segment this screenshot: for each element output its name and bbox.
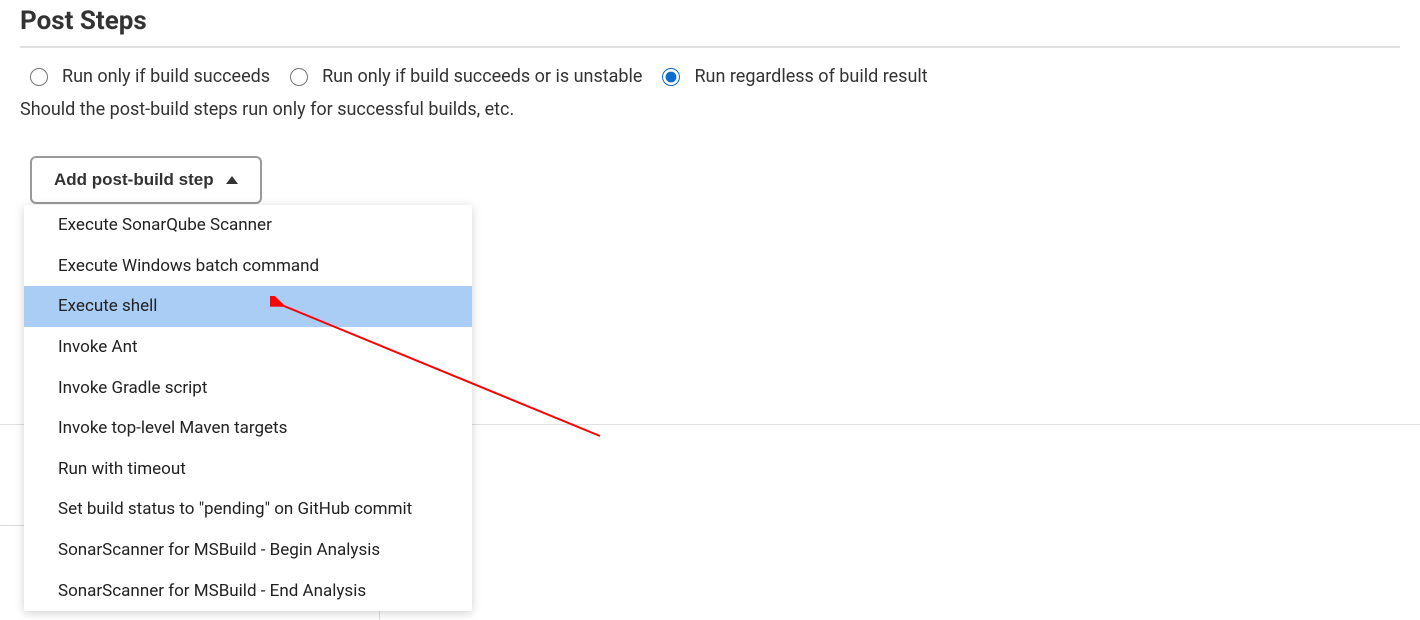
section-title: Post Steps — [20, 0, 1400, 48]
post-steps-radio-group: Run only if build succeeds Run only if b… — [30, 66, 1400, 87]
dropdown-item[interactable]: Invoke top-level Maven targets — [24, 408, 472, 449]
dropdown-item[interactable]: SonarScanner for MSBuild - Begin Analysi… — [24, 530, 472, 571]
dropdown-item[interactable]: Run with timeout — [24, 449, 472, 490]
radio-succeeds-input[interactable] — [30, 68, 48, 86]
radio-option-regardless[interactable]: Run regardless of build result — [662, 66, 927, 87]
radio-regardless-input[interactable] — [662, 68, 680, 86]
add-post-build-step-dropdown[interactable]: Execute SonarQube ScannerExecute Windows… — [24, 205, 472, 611]
dropdown-item[interactable]: SonarScanner for MSBuild - End Analysis — [24, 571, 472, 612]
section-description: Should the post-build steps run only for… — [20, 99, 1400, 120]
radio-option-succeeds-unstable[interactable]: Run only if build succeeds or is unstabl… — [290, 66, 642, 87]
dropdown-item[interactable]: Set build status to "pending" on GitHub … — [24, 489, 472, 530]
dropdown-item[interactable]: Invoke Gradle script — [24, 368, 472, 409]
radio-unstable-label: Run only if build succeeds or is unstabl… — [322, 66, 642, 87]
add-post-build-step-button[interactable]: Add post-build step — [30, 156, 262, 204]
radio-succeeds-label: Run only if build succeeds — [62, 66, 270, 87]
radio-unstable-input[interactable] — [290, 68, 308, 86]
dropdown-item[interactable]: Execute SonarQube Scanner — [24, 205, 472, 246]
radio-regardless-label: Run regardless of build result — [694, 66, 927, 87]
dropdown-item[interactable]: Execute Windows batch command — [24, 246, 472, 287]
caret-up-icon — [226, 176, 238, 184]
add-post-build-step-label: Add post-build step — [54, 170, 214, 190]
radio-option-succeeds[interactable]: Run only if build succeeds — [30, 66, 270, 87]
dropdown-item[interactable]: Execute shell — [24, 286, 472, 327]
dropdown-item[interactable]: Invoke Ant — [24, 327, 472, 368]
